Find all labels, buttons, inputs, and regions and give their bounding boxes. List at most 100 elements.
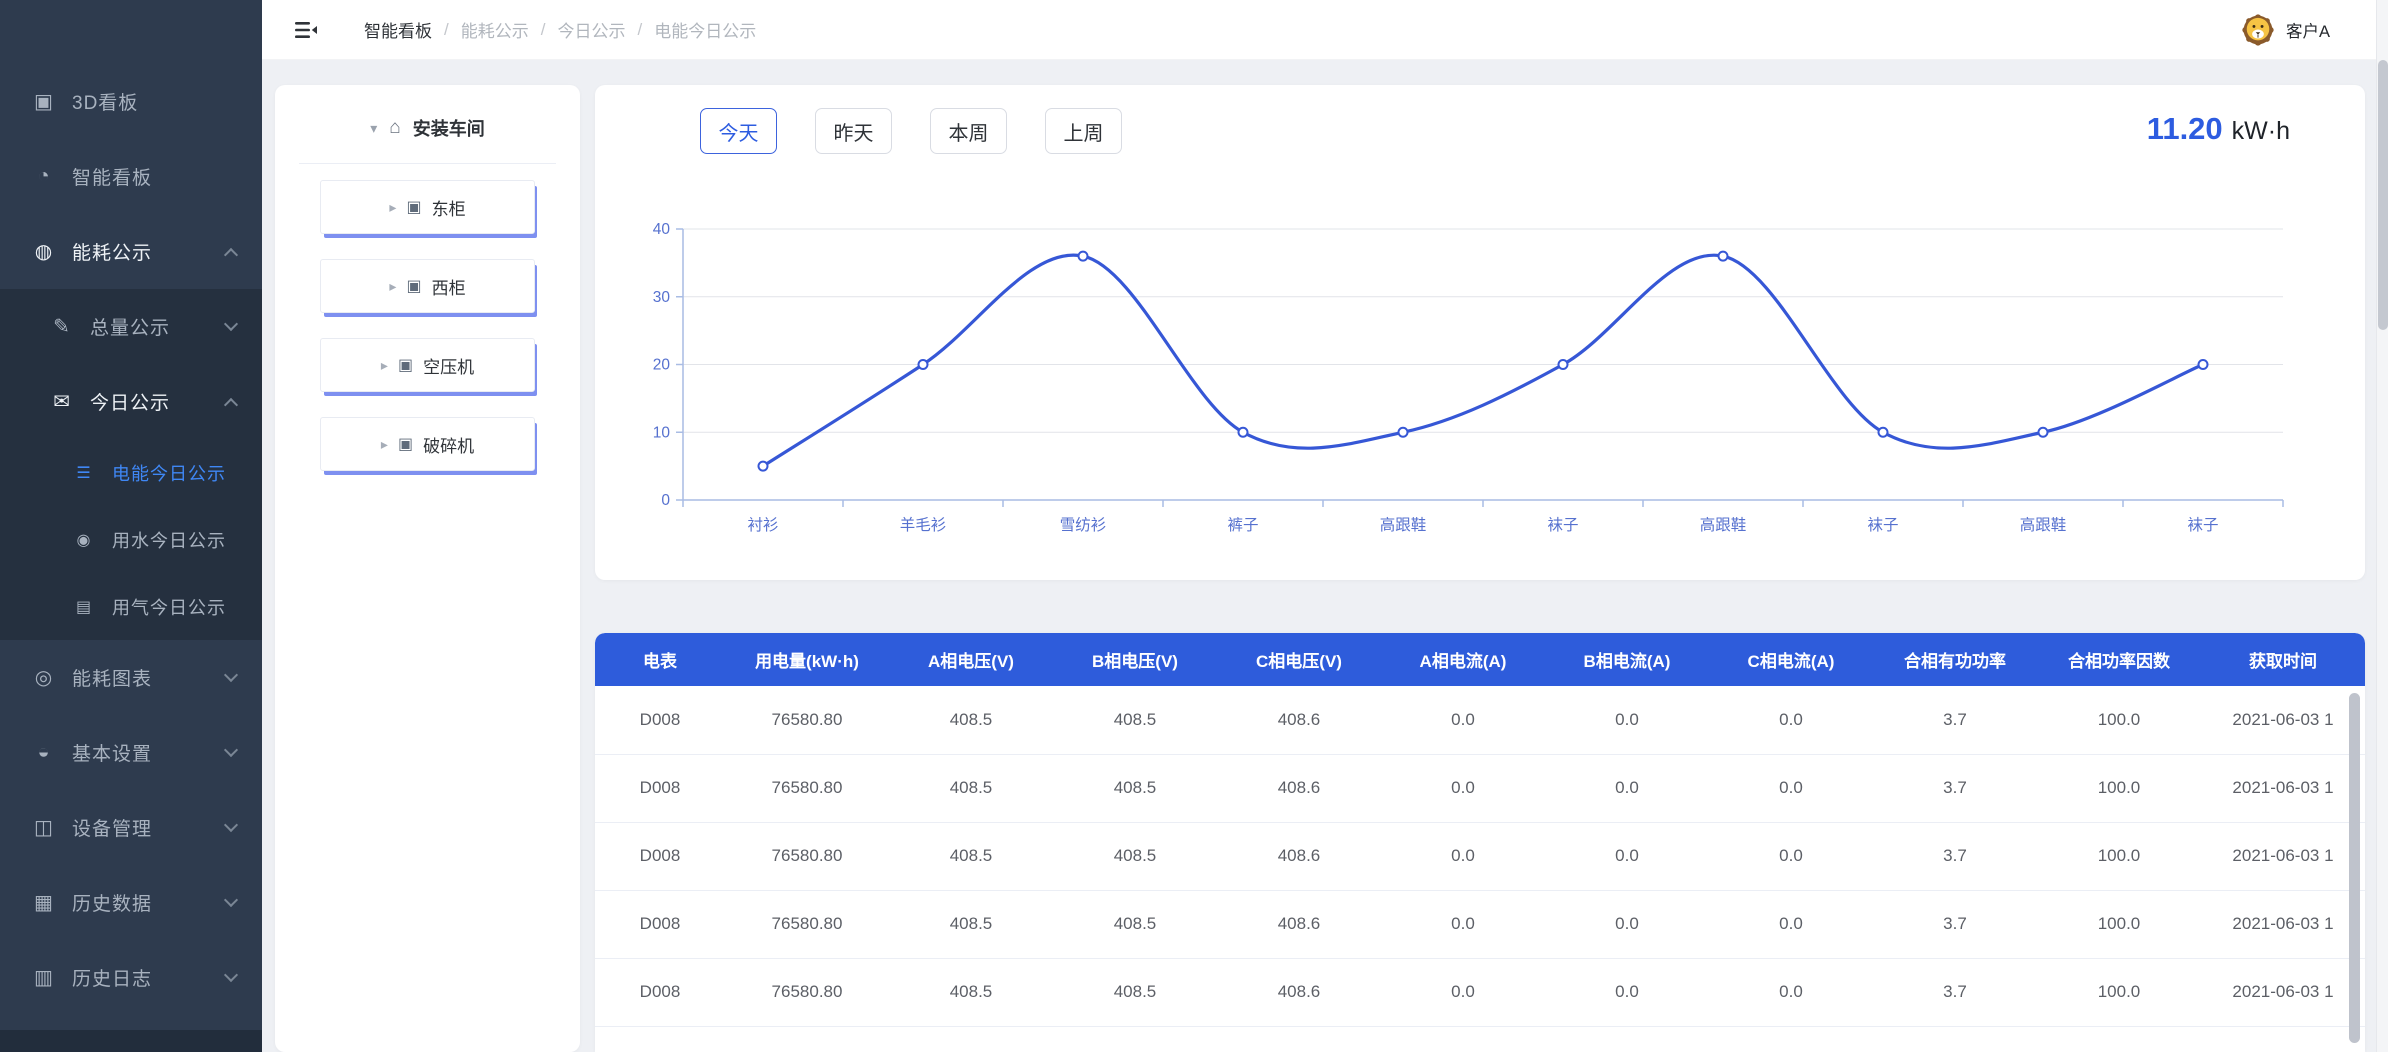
table-header-cell: 获取时间 (2201, 633, 2365, 686)
table-cell: D008 (595, 754, 725, 822)
table-cell: 0.0 (1709, 958, 1873, 1026)
x-tick-label: 袜子 (1867, 516, 1898, 534)
table-cell: 0.0 (1545, 958, 1709, 1026)
sidebar-item-10[interactable]: ◫设备管理 (0, 790, 262, 865)
breadcrumb-item-0[interactable]: 智能看板 (364, 17, 432, 42)
sidebar-item-6[interactable]: ◉用水今日公示 (0, 506, 262, 573)
table-cell: 408.6 (1217, 754, 1381, 822)
history-log-icon: ▥ (32, 965, 56, 990)
breadcrumb-item-1[interactable]: 能耗公示 (461, 17, 529, 42)
range-button-2[interactable]: 本周 (930, 108, 1007, 154)
chart-ring-icon: ◎ (32, 665, 56, 690)
y-tick-label: 40 (653, 221, 671, 238)
table-cell: 0.0 (1709, 754, 1873, 822)
range-button-0[interactable]: 今天 (700, 108, 777, 154)
x-tick-label: 袜子 (1547, 516, 1578, 534)
table-cell: 3.7 (1873, 1026, 2037, 1052)
range-button-3[interactable]: 上周 (1045, 108, 1122, 154)
sidebar-item-label: 历史数据 (72, 889, 152, 916)
data-point-marker[interactable] (1239, 428, 1248, 437)
sidebar-item-5[interactable]: ☰电能今日公示 (0, 439, 262, 506)
data-point-marker[interactable] (919, 360, 928, 369)
table-cell: 408.6 (1217, 1026, 1381, 1052)
table-header-cell: 合相功率因数 (2037, 633, 2201, 686)
sidebar-item-9[interactable]: ◒基本设置 (0, 715, 262, 790)
breadcrumb-separator: / (541, 20, 546, 40)
table-row-3[interactable]: D00876580.80408.5408.5408.60.00.00.03.71… (595, 890, 2365, 958)
table-cell: 3.7 (1873, 686, 2037, 754)
table-cell: 76580.80 (725, 958, 889, 1026)
edit-icon: ✎ (50, 314, 74, 339)
table-cell: 2021-06-03 1 (2201, 754, 2365, 822)
table-row-5[interactable]: D00876580.80408.5408.5408.60.00.00.03.71… (595, 1026, 2365, 1052)
caret-down-icon[interactable]: ▾ (370, 120, 377, 137)
expand-arrow-icon[interactable]: ▸ (389, 199, 396, 216)
data-point-marker[interactable] (1559, 360, 1568, 369)
tree-root-node[interactable]: ▾ ⌂ 安装车间 (275, 85, 580, 141)
table-cell: 0.0 (1381, 822, 1545, 890)
table-row-0[interactable]: D00876580.80408.5408.5408.60.00.00.03.71… (595, 686, 2365, 754)
x-tick-label: 衬衫 (747, 516, 778, 534)
sidebar-item-3[interactable]: ✎ 总量公示 (0, 289, 262, 364)
sidebar-item-label: 总量公示 (90, 313, 170, 340)
tree-item-label: 东柜 (432, 195, 466, 220)
tree-item-1[interactable]: ▸▣西柜 (320, 259, 535, 313)
table-cell: 3.7 (1873, 822, 2037, 890)
table-cell: D008 (595, 958, 725, 1026)
table-scrollbar[interactable] (2349, 693, 2360, 1043)
sidebar-item-0[interactable]: ▣3D看板 (0, 64, 262, 139)
range-button-1[interactable]: 昨天 (815, 108, 892, 154)
expand-arrow-icon[interactable]: ▸ (381, 436, 388, 453)
radio-icon: ◉ (72, 530, 96, 550)
dashboard-icon: ◔ (32, 165, 56, 188)
data-point-marker[interactable] (2039, 428, 2048, 437)
sidebar-item-1[interactable]: ◔ 智能看板 (0, 139, 262, 214)
sidebar-item-label: 电能今日公示 (112, 460, 226, 486)
table-cell: 0.0 (1545, 1026, 1709, 1052)
table-cell: 0.0 (1709, 822, 1873, 890)
data-point-marker[interactable] (1879, 428, 1888, 437)
expand-arrow-icon[interactable]: ▸ (381, 357, 388, 374)
sidebar-item-label: 智能看板 (72, 163, 152, 190)
table-cell: 100.0 (2037, 822, 2201, 890)
data-point-marker[interactable] (1399, 428, 1408, 437)
breadcrumb-item-3[interactable]: 电能今日公示 (654, 17, 756, 42)
sidebar-item-8[interactable]: ◎能耗图表 (0, 640, 262, 715)
page-scrollbar[interactable] (2376, 0, 2388, 1052)
table-cell: 408.5 (1053, 822, 1217, 890)
mail-icon: ✉ (50, 389, 74, 414)
cube-3d-icon: ▣ (32, 89, 56, 114)
tree-item-3[interactable]: ▸▣破碎机 (320, 417, 535, 471)
y-tick-label: 30 (653, 289, 671, 306)
sidebar-item-label: 基本设置 (72, 739, 152, 766)
table-header-cell: 合相有功功率 (1873, 633, 2037, 686)
data-point-marker[interactable] (1719, 252, 1728, 261)
user-box[interactable]: 客户A (2240, 12, 2330, 48)
data-point-marker[interactable] (2199, 360, 2208, 369)
expand-arrow-icon[interactable]: ▸ (389, 278, 396, 295)
breadcrumb-item-2[interactable]: 今日公示 (557, 17, 625, 42)
table-cell: 408.5 (889, 822, 1053, 890)
tree-item-0[interactable]: ▸▣东柜 (320, 180, 535, 234)
sidebar-collapse-icon[interactable] (294, 19, 318, 41)
table-header-cell: B相电流(A) (1545, 633, 1709, 686)
page-scrollbar-thumb[interactable] (2378, 60, 2388, 330)
sidebar-item-2[interactable]: ◍能耗公示 (0, 214, 262, 289)
table-cell: 2021-06-03 1 (2201, 686, 2365, 754)
tree-item-2[interactable]: ▸▣空压机 (320, 338, 535, 392)
table-row-1[interactable]: D00876580.80408.5408.5408.60.00.00.03.71… (595, 754, 2365, 822)
breadcrumb: 智能看板/能耗公示/今日公示/电能今日公示 (364, 17, 756, 42)
meter-table-panel: 电表用电量(kW·h)A相电压(V)B相电压(V)C相电压(V)A相电流(A)B… (595, 633, 2365, 1052)
table-cell: 408.5 (1053, 686, 1217, 754)
table-cell: 3.7 (1873, 958, 2037, 1026)
device-tree-panel: ▾ ⌂ 安装车间 ▸▣东柜 ▸▣西柜 ▸▣空压机 ▸▣破碎机 (275, 85, 580, 1052)
y-tick-label: 0 (661, 492, 670, 509)
data-point-marker[interactable] (759, 462, 768, 471)
sidebar-item-7[interactable]: ▤用气今日公示 (0, 573, 262, 640)
sidebar-item-4[interactable]: ✉今日公示 (0, 364, 262, 439)
table-row-4[interactable]: D00876580.80408.5408.5408.60.00.00.03.71… (595, 958, 2365, 1026)
sidebar-item-11[interactable]: ▦历史数据 (0, 865, 262, 940)
data-point-marker[interactable] (1079, 252, 1088, 261)
table-row-2[interactable]: D00876580.80408.5408.5408.60.00.00.03.71… (595, 822, 2365, 890)
sidebar-item-12[interactable]: ▥历史日志 (0, 940, 262, 1015)
